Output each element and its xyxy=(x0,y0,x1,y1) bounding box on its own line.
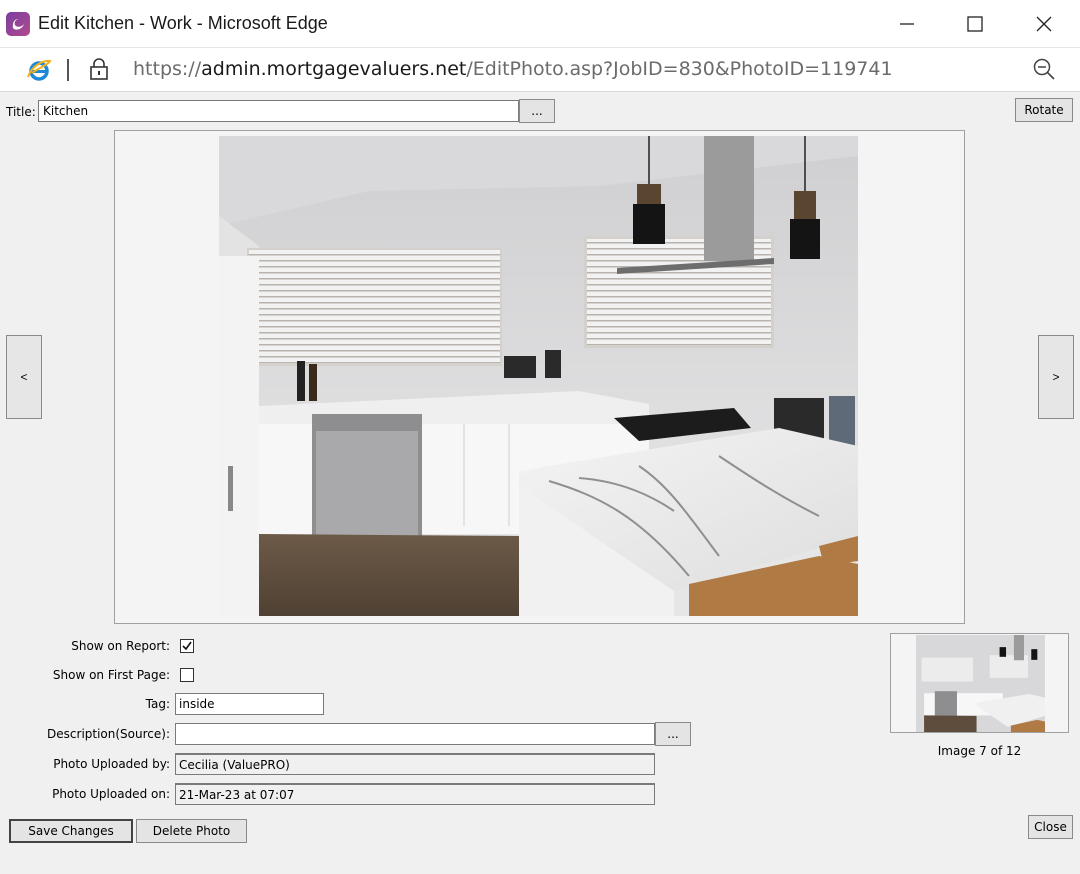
title-label: Title: xyxy=(6,105,36,119)
description-input[interactable] xyxy=(175,723,655,745)
title-input[interactable] xyxy=(38,100,519,122)
tag-label: Tag: xyxy=(145,697,170,711)
kitchen-photo xyxy=(219,136,858,616)
uploaded-by-label: Photo Uploaded by: xyxy=(53,757,170,771)
kitchen-thumbnail[interactable] xyxy=(916,635,1045,732)
edit-photo-page: Title: ... Rotate < > xyxy=(0,93,1080,874)
image-counter: Image 7 of 12 xyxy=(937,744,1022,758)
description-label: Description(Source): xyxy=(47,727,170,741)
edge-app-icon xyxy=(6,12,30,36)
description-browse-button[interactable]: ... xyxy=(655,722,691,746)
show-first-page-label: Show on First Page: xyxy=(52,668,170,682)
next-photo-button[interactable]: > xyxy=(1038,335,1074,419)
uploaded-by-field xyxy=(175,753,655,775)
window-titlebar: Edit Kitchen - Work - Microsoft Edge xyxy=(0,0,1080,48)
previous-photo-button[interactable]: < xyxy=(6,335,42,419)
show-on-report-checkbox[interactable] xyxy=(180,639,194,653)
delete-photo-button[interactable]: Delete Photo xyxy=(136,819,247,843)
save-changes-button[interactable]: Save Changes xyxy=(9,819,133,843)
zoom-out-icon[interactable] xyxy=(1032,57,1056,81)
close-icon[interactable] xyxy=(1030,10,1058,38)
url-text[interactable]: https://admin.mortgagevaluers.net/EditPh… xyxy=(133,58,893,80)
tag-input[interactable] xyxy=(175,693,324,715)
ie-compat-icon[interactable] xyxy=(26,57,52,83)
uploaded-on-label: Photo Uploaded on: xyxy=(52,787,170,801)
close-button[interactable]: Close xyxy=(1028,815,1073,839)
window-title: Edit Kitchen - Work - Microsoft Edge xyxy=(38,13,328,33)
title-browse-button[interactable]: ... xyxy=(519,99,555,123)
uploaded-on-field xyxy=(175,783,655,805)
photo-frame xyxy=(114,130,965,624)
thumbnail-frame[interactable] xyxy=(890,633,1069,733)
show-on-report-label: Show on Report: xyxy=(71,639,170,653)
rotate-button[interactable]: Rotate xyxy=(1015,98,1073,122)
address-separator xyxy=(67,59,69,81)
minimize-icon[interactable] xyxy=(893,10,921,38)
show-first-page-checkbox[interactable] xyxy=(180,668,194,682)
maximize-icon[interactable] xyxy=(961,10,989,38)
lock-icon[interactable] xyxy=(88,57,110,81)
